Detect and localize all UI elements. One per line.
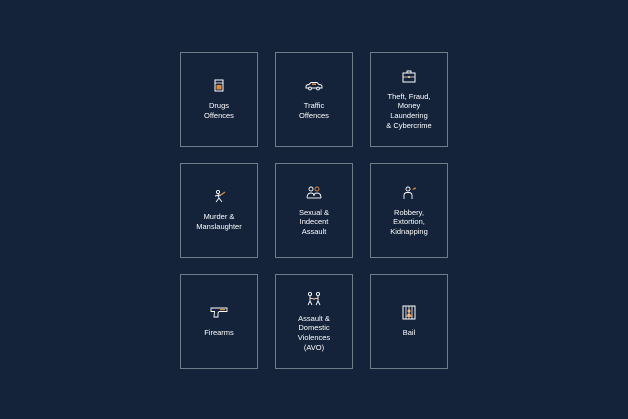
category-card-bail[interactable]: Bail — [370, 274, 448, 369]
category-label: Bail — [402, 328, 416, 338]
people-icon — [305, 185, 323, 200]
robber-icon — [400, 185, 418, 200]
fight-icon — [305, 291, 323, 306]
category-card-drugs-offences[interactable]: Drugs Offences — [180, 52, 258, 147]
car-icon — [305, 78, 323, 93]
category-label: Firearms — [204, 328, 234, 338]
category-label: Traffic Offences — [299, 101, 329, 120]
pill-box-icon — [210, 78, 228, 93]
jail-icon — [400, 305, 418, 320]
category-label: Drugs Offences — [204, 101, 234, 120]
category-card-traffic-offences[interactable]: Traffic Offences — [275, 52, 353, 147]
practice-area-grid: Drugs Offences Traffic Offences Theft, F… — [180, 52, 448, 369]
gun-icon — [210, 305, 228, 320]
category-card-assault-domestic-violence[interactable]: Assault & Domestic Violences (AVO) — [275, 274, 353, 369]
briefcase-icon — [400, 69, 418, 84]
category-card-theft-fraud[interactable]: Theft, Fraud, Money Laundering & Cybercr… — [370, 52, 448, 147]
category-card-firearms[interactable]: Firearms — [180, 274, 258, 369]
category-card-murder-manslaughter[interactable]: Murder & Manslaughter — [180, 163, 258, 258]
category-label: Murder & Manslaughter — [196, 212, 242, 231]
category-card-robbery-extortion[interactable]: Robbery, Extortion, Kidnapping — [370, 163, 448, 258]
knife-icon — [210, 189, 228, 204]
category-label: Robbery, Extortion, Kidnapping — [390, 207, 428, 236]
category-label: Theft, Fraud, Money Laundering & Cybercr… — [386, 91, 432, 130]
category-label: Sexual & Indecent Assault — [298, 207, 330, 236]
category-label: Assault & Domestic Violences (AVO) — [297, 313, 331, 352]
category-card-sexual-indecent-assault[interactable]: Sexual & Indecent Assault — [275, 163, 353, 258]
